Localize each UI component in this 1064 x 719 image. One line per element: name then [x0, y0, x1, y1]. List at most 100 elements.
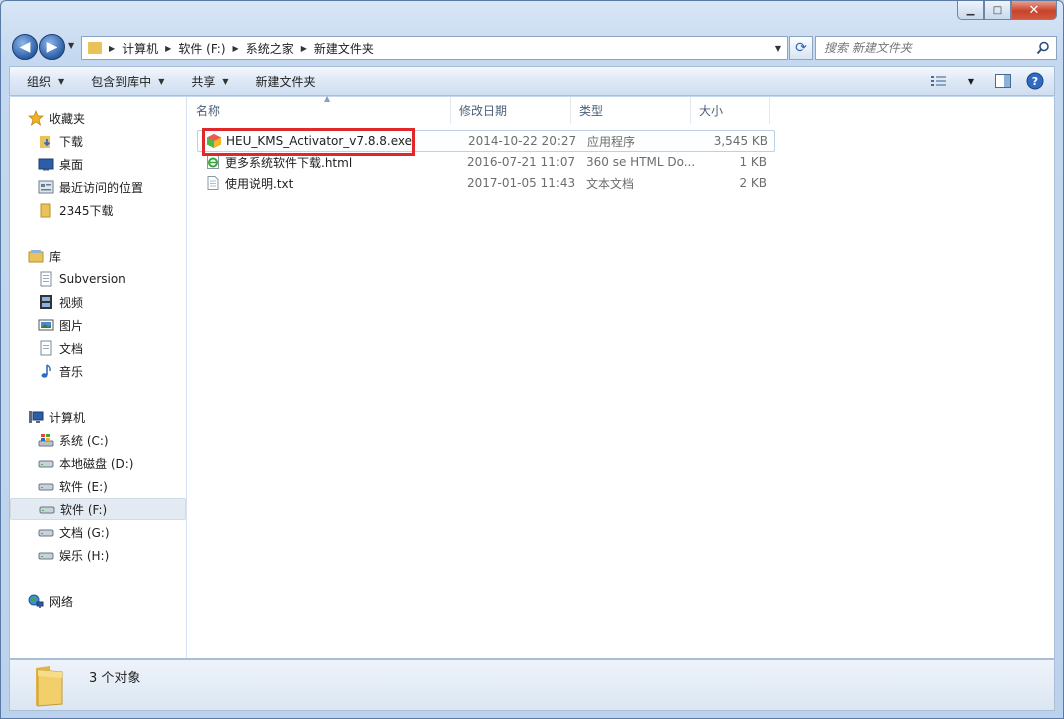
explorer-window: ▁ □ ✕ ◀ ▶ ▼ ▶ 计算机 ▶ 软件 (F:) ▶ 系统之家 ▶ 新建文… — [0, 0, 1064, 719]
column-header-label: 名称 — [196, 104, 221, 118]
nav-item-music[interactable]: 音乐 — [10, 360, 186, 382]
file-row[interactable]: 更多系统软件下载.html 2016-07-21 11:07 360 se HT… — [197, 151, 775, 173]
share-menu[interactable]: 共享 ▼ — [191, 73, 228, 90]
chevron-right-icon[interactable]: ▶ — [233, 44, 239, 53]
maximize-button[interactable]: □ — [984, 1, 1011, 20]
column-header-label: 修改日期 — [459, 104, 508, 118]
breadcrumb-drive-f[interactable]: 软件 (F:) — [178, 40, 225, 57]
share-label: 共享 — [191, 74, 216, 89]
forward-button[interactable]: ▶ — [39, 34, 65, 60]
breadcrumb-xitongzhijia[interactable]: 系统之家 — [246, 40, 294, 57]
search-input[interactable] — [824, 38, 1034, 58]
recent-pages-dropdown[interactable]: ▼ — [68, 41, 74, 50]
view-controls: ▼ ? — [928, 71, 1046, 91]
nav-item-drive-d[interactable]: 本地磁盘 (D:) — [10, 452, 186, 474]
svg-text:?: ? — [1032, 75, 1038, 88]
item-count: 3 个对象 — [89, 671, 141, 686]
column-header-type[interactable]: 类型 — [571, 97, 691, 124]
organize-menu[interactable]: 组织 ▼ — [27, 73, 64, 90]
nav-item-drive-f[interactable]: 软件 (F:) — [10, 498, 186, 520]
breadcrumb-computer[interactable]: 计算机 — [122, 40, 158, 57]
nav-network[interactable]: 网络 — [10, 590, 186, 612]
nav-item-videos[interactable]: 视频 — [10, 291, 186, 313]
view-dropdown[interactable]: ▼ — [960, 71, 982, 91]
hard-drive-icon — [38, 524, 54, 540]
chevron-right-icon[interactable]: ▶ — [301, 44, 307, 53]
search-icon[interactable] — [1036, 41, 1050, 55]
nav-network-label: 网络 — [49, 594, 74, 609]
search-box[interactable] — [815, 36, 1057, 60]
file-name-cell[interactable]: 更多系统软件下载.html — [197, 154, 459, 171]
nav-item-label: 系统 (C:) — [59, 433, 109, 448]
forward-arrow-icon: ▶ — [46, 39, 58, 55]
pictures-icon — [38, 317, 54, 333]
star-icon — [28, 110, 44, 126]
nav-item-label: Subversion — [59, 272, 126, 286]
file-name-cell[interactable]: 使用说明.txt — [197, 175, 459, 192]
details-pane: 3 个对象 — [9, 659, 1055, 711]
system-drive-icon — [38, 432, 54, 448]
nav-item-drive-e[interactable]: 软件 (E:) — [10, 475, 186, 497]
nav-item-desktop[interactable]: 桌面 — [10, 153, 186, 175]
nav-item-label: 本地磁盘 (D:) — [59, 456, 134, 471]
nav-item-recent-places[interactable]: 最近访问的位置 — [10, 176, 186, 198]
hard-drive-icon — [38, 478, 54, 494]
recent-places-icon — [38, 179, 54, 195]
file-type: 文本文档 — [586, 176, 635, 191]
nav-libraries[interactable]: 库 — [10, 245, 186, 267]
nav-item-label: 图片 — [59, 318, 84, 333]
file-row[interactable]: HEU_KMS_Activator_v7.8.8.exe 2014-10-22 … — [197, 130, 775, 152]
include-in-library-menu[interactable]: 包含到库中 ▼ — [91, 73, 164, 90]
address-bar[interactable]: ▶ 计算机 ▶ 软件 (F:) ▶ 系统之家 ▶ 新建文件夹 ▼ — [81, 36, 788, 60]
exe-icon — [206, 133, 222, 149]
file-row[interactable]: 使用说明.txt 2017-01-05 11:43 文本文档 2 KB — [197, 172, 775, 194]
file-modified: 2016-07-21 11:07 — [467, 155, 576, 169]
file-modified: 2014-10-22 20:27 — [468, 134, 577, 148]
file-type: 应用程序 — [587, 134, 636, 149]
downloads-folder-icon — [38, 133, 54, 149]
file-name: HEU_KMS_Activator_v7.8.8.exe — [226, 134, 413, 148]
column-headers: ▲ 名称 修改日期 类型 大小 — [188, 94, 770, 124]
nav-item-subversion[interactable]: Subversion — [10, 268, 186, 290]
libraries-icon — [28, 248, 44, 264]
content-area: 收藏夹 下载 桌面 最近访问的位置 2345下载 库 Subversion 视频… — [9, 94, 1055, 659]
column-header-modified[interactable]: 修改日期 — [451, 97, 571, 124]
nav-item-drive-g[interactable]: 文档 (G:) — [10, 521, 186, 543]
chevron-down-icon: ▼ — [58, 76, 65, 86]
nav-item-documents[interactable]: 文档 — [10, 337, 186, 359]
minimize-button[interactable]: ▁ — [957, 1, 984, 20]
organize-label: 组织 — [27, 74, 52, 89]
column-header-label: 类型 — [579, 104, 604, 118]
file-modified: 2017-01-05 11:43 — [467, 176, 576, 190]
nav-item-pictures[interactable]: 图片 — [10, 314, 186, 336]
preview-pane-button[interactable] — [992, 71, 1014, 91]
address-dropdown-icon[interactable]: ▼ — [775, 44, 781, 53]
close-button[interactable]: ✕ — [1011, 1, 1057, 20]
nav-favorites[interactable]: 收藏夹 — [10, 107, 186, 129]
sort-ascending-icon: ▲ — [324, 94, 331, 103]
nav-item-drive-h[interactable]: 娱乐 (H:) — [10, 544, 186, 566]
breadcrumb-new-folder[interactable]: 新建文件夹 — [314, 40, 374, 57]
new-folder-label: 新建文件夹 — [255, 74, 316, 89]
nav-item-2345-downloads[interactable]: 2345下载 — [10, 199, 186, 221]
desktop-icon — [38, 156, 54, 172]
nav-computer[interactable]: 计算机 — [10, 406, 186, 428]
column-header-name[interactable]: ▲ 名称 — [188, 94, 451, 124]
change-view-button[interactable] — [928, 71, 950, 91]
nav-item-label: 最近访问的位置 — [59, 180, 144, 195]
refresh-button[interactable]: ⟳ — [789, 36, 813, 60]
new-folder-button[interactable]: 新建文件夹 — [256, 73, 316, 90]
hard-drive-icon — [38, 455, 54, 471]
chevron-right-icon[interactable]: ▶ — [165, 44, 171, 53]
back-button[interactable]: ◀ — [12, 34, 38, 60]
help-button[interactable]: ? — [1024, 71, 1046, 91]
nav-item-drive-c[interactable]: 系统 (C:) — [10, 429, 186, 451]
document-library-icon — [38, 271, 54, 287]
refresh-icon: ⟳ — [795, 40, 807, 56]
file-name-cell[interactable]: HEU_KMS_Activator_v7.8.8.exe — [198, 133, 460, 149]
caption-buttons: ▁ □ ✕ — [957, 1, 1057, 20]
column-header-size[interactable]: 大小 — [691, 97, 770, 124]
chevron-right-icon[interactable]: ▶ — [109, 44, 115, 53]
file-type: 360 se HTML Do... — [586, 155, 696, 169]
nav-item-downloads[interactable]: 下载 — [10, 130, 186, 152]
